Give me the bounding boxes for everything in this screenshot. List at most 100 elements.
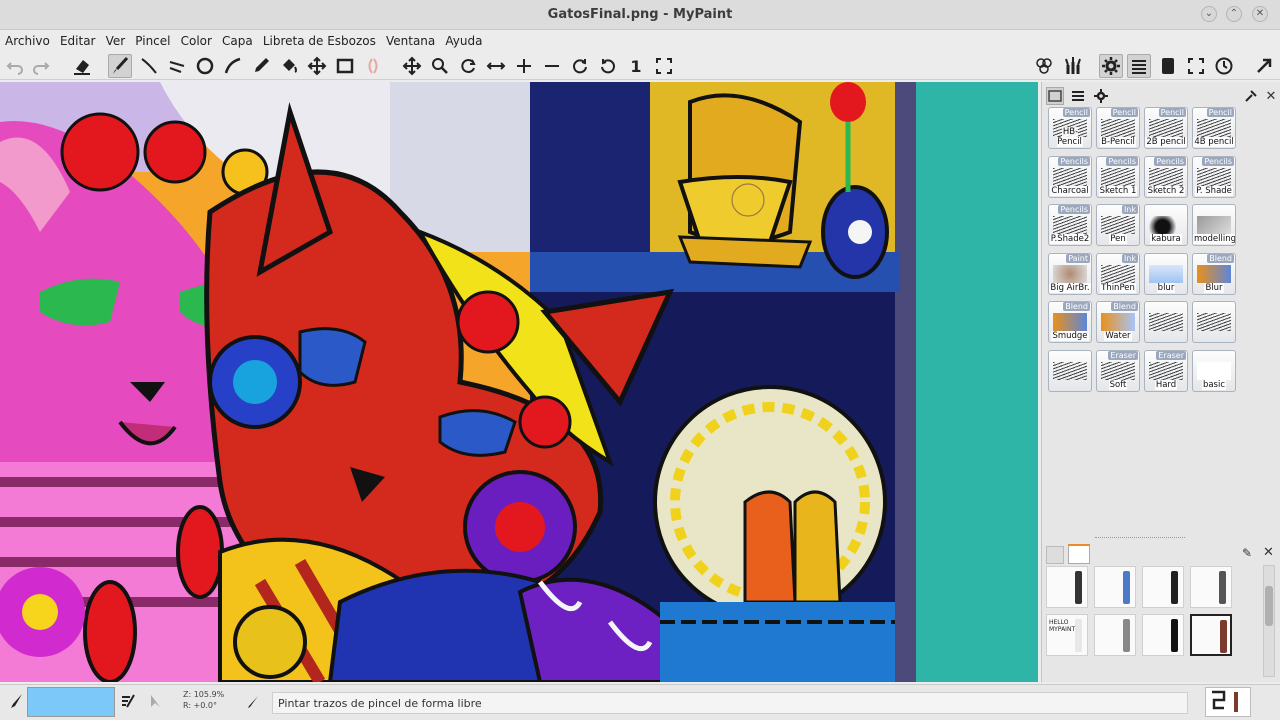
brush-preset[interactable]: modelling [1192,204,1236,246]
brush-list-icon[interactable] [1046,87,1064,105]
brush-preset[interactable]: Pencils P.Shade2 [1048,204,1092,246]
panel-scrollbar[interactable] [1263,565,1275,677]
settings-icon[interactable] [1092,87,1110,105]
brush-chip-swirl-pencil[interactable] [1094,614,1136,656]
panel-close-icon[interactable]: ✕ [1263,545,1274,560]
symmetry-icon[interactable] [361,54,385,78]
brush-preset[interactable]: Ink Pen [1096,204,1140,246]
eraser-icon[interactable] [70,54,94,78]
brush-preset[interactable]: kabura [1144,204,1188,246]
settings-icon[interactable] [1099,54,1123,78]
menu-bar: Archivo Editar Ver Pincel Color Capa Lib… [0,30,1280,52]
undo-icon[interactable] [3,54,27,78]
menu-libreta[interactable]: Libreta de Esbozos [258,31,376,48]
zoom-in-icon[interactable] [512,54,536,78]
brush-chip-hello-mypaint[interactable]: HELLO MYPAINT [1046,614,1088,656]
frame-icon[interactable] [333,54,357,78]
freehand-brush-icon[interactable] [108,54,132,78]
color-palette-icon[interactable] [1032,54,1056,78]
panel-pin-icon[interactable] [1242,87,1260,105]
brush-preset[interactable]: Blend Smudge [1048,301,1092,343]
rotation-readout: R: +0.0° [183,701,217,710]
rotate-icon[interactable] [456,54,480,78]
fill-icon[interactable] [277,54,301,78]
brush-tab-icon[interactable] [1046,546,1064,564]
group-tab-icon[interactable] [1068,544,1090,564]
zoom-icon[interactable] [428,54,452,78]
brush-chip-selected-brush[interactable] [1190,614,1232,656]
brush-stroke-preview [1197,264,1231,283]
brush-preset[interactable]: Ink ThinPen [1096,252,1140,295]
rotate-ccw-icon[interactable] [596,54,620,78]
scratchpad-icon[interactable] [1156,54,1180,78]
brush-preset[interactable]: Pencil 4B pencil [1192,107,1236,149]
close-icon[interactable]: ✕ [1252,6,1268,22]
brush-label: Sketch 2 [1146,185,1186,196]
brush-preset[interactable]: Blend Water [1096,301,1140,343]
brush-chip-ink-pen[interactable] [1142,614,1184,656]
layers-menu-icon[interactable] [1127,54,1151,78]
ellipse-icon[interactable] [193,54,217,78]
panel-pin-icon[interactable]: ✎ [1242,546,1252,560]
rotate-cw-icon[interactable] [568,54,592,78]
brush-preset[interactable]: Eraser Hard [1144,349,1188,392]
brush-chip-bar [1123,571,1130,604]
move-icon[interactable] [305,54,329,78]
reset-view-label: 1 [630,56,642,76]
brush-preset[interactable]: Pencils P. Shade [1192,155,1236,198]
brush-preset[interactable]: Eraser Soft [1096,349,1140,392]
reset-view-icon[interactable]: 1 [624,54,648,78]
drawing-canvas[interactable] [0,82,1038,682]
brush-stroke-preview [1149,167,1183,186]
menu-editar[interactable]: Editar [55,31,96,48]
current-color-swatch[interactable] [27,687,115,717]
history-icon[interactable] [1212,54,1236,78]
menu-color[interactable]: Color [176,31,212,48]
brush-preset[interactable] [1192,301,1236,343]
brush-preset[interactable]: Pencil HB-Pencil [1048,107,1092,149]
color-picker-icon[interactable] [249,54,273,78]
brush-preset[interactable]: Blend Blur [1192,252,1236,295]
maximize-icon[interactable]: ⌃ [1226,6,1242,22]
minimize-icon[interactable]: ⌄ [1201,6,1217,22]
brush-preset[interactable]: Pencils Sketch 1 [1096,155,1140,198]
menu-capa[interactable]: Capa [217,31,253,48]
brush-chip-pencil[interactable] [1094,566,1136,608]
brush-chip-marker[interactable] [1046,566,1088,608]
zoom-out-icon[interactable] [540,54,564,78]
brush-settings-icon[interactable] [120,693,136,713]
zoom-readout: Z: 105.9% [183,690,225,699]
brush-preset[interactable]: basic [1192,349,1236,392]
redo-icon[interactable] [29,54,53,78]
pan-icon[interactable] [400,54,424,78]
menu-ventana[interactable]: Ventana [381,31,435,48]
brush-category-tag: Pencil [1062,108,1090,117]
brush-preset[interactable] [1144,301,1188,343]
brush-preset[interactable]: Pencils Sketch 2 [1144,155,1188,198]
panel-close-icon[interactable]: ✕ [1262,87,1280,105]
brush-group-icon[interactable] [1061,54,1085,78]
brush-preset[interactable]: Pencils Charcoal [1048,155,1092,198]
brush-chip-hatch[interactable] [1142,566,1184,608]
brush-preview-icon[interactable] [1205,687,1251,717]
fit-view-icon[interactable] [652,54,676,78]
line-icon[interactable] [165,54,189,78]
menu-ver[interactable]: Ver [101,31,126,48]
menu-archivo[interactable]: Archivo [0,31,50,48]
panel-resize-grip[interactable] [1095,537,1185,540]
brush-chip-technical-pen[interactable] [1190,566,1232,608]
menu-pincel[interactable]: Pincel [130,31,170,48]
flip-icon[interactable] [484,54,508,78]
brush-preset[interactable] [1048,349,1092,392]
brush-preset[interactable]: Paint Big AirBr. [1048,252,1092,295]
fullscreen-icon[interactable] [1184,54,1208,78]
expand-icon[interactable] [1252,54,1276,78]
menu-ayuda[interactable]: Ayuda [440,31,482,48]
brush-preset[interactable]: Pencil B-Pencil [1096,107,1140,149]
brush-preset[interactable]: Pencil 2B pencil [1144,107,1188,149]
pen-icon[interactable] [221,54,245,78]
inking-icon[interactable] [137,54,161,78]
artwork-cats [0,82,916,682]
brush-preset[interactable]: blur [1144,252,1188,295]
list-icon[interactable] [1069,87,1087,105]
